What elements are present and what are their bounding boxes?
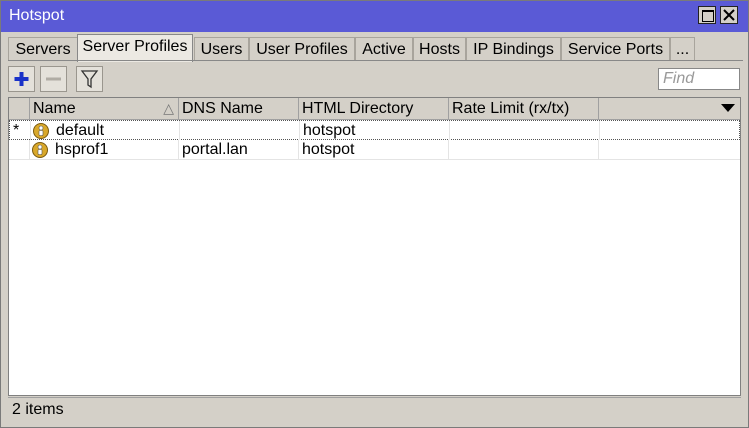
- filter-icon: [80, 70, 99, 89]
- table-header: Name △ DNS Name HTML Directory Rate Limi…: [9, 98, 740, 120]
- remove-button[interactable]: [40, 66, 67, 92]
- row-html-directory: hotspot: [300, 121, 450, 140]
- tab-hosts[interactable]: Hosts: [413, 37, 466, 61]
- plus-icon: [14, 72, 29, 86]
- close-icon: [723, 9, 735, 21]
- tab-service-ports[interactable]: Service Ports: [561, 37, 670, 61]
- minus-icon: [46, 77, 61, 81]
- add-button[interactable]: [8, 66, 35, 92]
- filter-button[interactable]: [76, 66, 103, 92]
- column-header-html-directory[interactable]: HTML Directory: [299, 98, 449, 119]
- column-name-label: Name: [33, 100, 76, 117]
- tab-servers[interactable]: Servers: [8, 37, 78, 61]
- server-profiles-table: Name △ DNS Name HTML Directory Rate Limi…: [8, 97, 741, 396]
- item-count: 2 items: [12, 401, 64, 418]
- close-button[interactable]: [720, 6, 738, 24]
- find-input[interactable]: Find: [658, 68, 740, 90]
- tab-user-profiles[interactable]: User Profiles: [249, 37, 355, 61]
- row-rate-limit: [449, 140, 599, 159]
- column-chooser[interactable]: [599, 98, 740, 119]
- maximize-button[interactable]: [698, 6, 716, 24]
- tab-ip-bindings[interactable]: IP Bindings: [466, 37, 561, 61]
- row-separator: [9, 159, 740, 160]
- tab-more[interactable]: ...: [670, 37, 695, 61]
- tab-active[interactable]: Active: [355, 37, 413, 61]
- row-flag: *: [10, 121, 31, 140]
- sort-ascending-icon: △: [163, 100, 174, 116]
- tab-users[interactable]: Users: [194, 37, 249, 61]
- name-cell-border: [30, 140, 179, 159]
- row-dns-name: portal.lan: [179, 140, 299, 159]
- column-header-dns-name[interactable]: DNS Name: [179, 98, 299, 119]
- flag-column-header: [9, 98, 30, 119]
- toolbar: Find: [1, 61, 748, 96]
- name-cell-border: [31, 121, 180, 140]
- row-rate-limit: [450, 121, 600, 140]
- dropdown-arrow-icon: [721, 104, 735, 112]
- status-bar: 2 items: [8, 397, 741, 421]
- column-header-name[interactable]: Name △: [30, 98, 179, 119]
- row-flag: [9, 140, 30, 159]
- title-bar[interactable]: Hotspot: [1, 1, 748, 32]
- row-dns-name: [180, 121, 300, 140]
- row-html-directory: hotspot: [299, 140, 449, 159]
- hotspot-window: Hotspot Servers Server Profiles Users Us…: [0, 0, 749, 428]
- window-title: Hotspot: [9, 7, 65, 24]
- table-row[interactable]: * default hotspot: [9, 120, 740, 140]
- column-header-rate-limit[interactable]: Rate Limit (rx/tx): [449, 98, 599, 119]
- tab-server-profiles[interactable]: Server Profiles: [77, 34, 193, 62]
- table-row[interactable]: hsprof1 portal.lan hotspot: [9, 140, 740, 160]
